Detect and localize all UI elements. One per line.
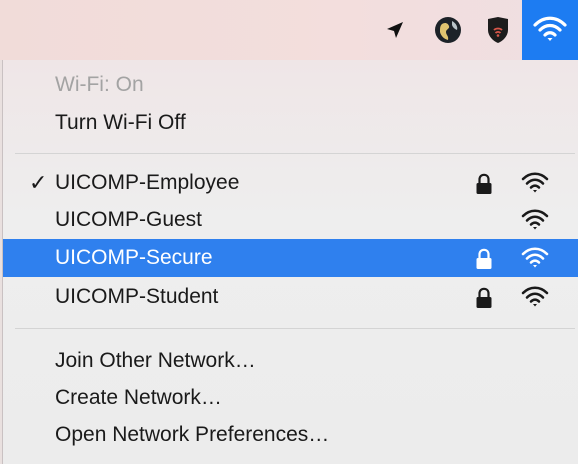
separator: [15, 153, 575, 154]
checkmark-icon: ✓: [29, 170, 48, 195]
turn-wifi-off-item[interactable]: Turn Wi-Fi Off: [3, 104, 578, 142]
wifi-signal-icon: [521, 247, 549, 268]
shield-icon[interactable]: [480, 0, 516, 60]
network-item-uicomp-employee[interactable]: ✓ UICOMP-Employee: [3, 164, 578, 202]
network-name: UICOMP-Employee: [55, 171, 240, 194]
network-name: UICOMP-Student: [55, 285, 219, 308]
wifi-signal-icon: [521, 286, 549, 307]
wifi-signal-icon: [521, 209, 549, 230]
join-other-network-label: Join Other Network…: [55, 349, 256, 372]
join-other-network-item[interactable]: Join Other Network…: [3, 342, 578, 380]
wifi-status-item: Wi-Fi: On: [3, 66, 578, 104]
network-item-uicomp-guest[interactable]: UICOMP-Guest: [3, 201, 578, 239]
create-network-label: Create Network…: [55, 386, 222, 409]
lock-icon: [476, 248, 492, 269]
network-name: UICOMP-Guest: [55, 208, 203, 231]
menu-bar: [0, 0, 578, 60]
separator: [15, 328, 575, 329]
location-arrow-icon[interactable]: [378, 0, 412, 60]
network-item-uicomp-secure[interactable]: UICOMP-Secure: [3, 239, 578, 277]
open-network-preferences-item[interactable]: Open Network Preferences…: [3, 416, 578, 454]
wifi-status-label: Wi-Fi: On: [55, 73, 144, 96]
network-item-uicomp-student[interactable]: UICOMP-Student: [3, 278, 578, 316]
network-name: UICOMP-Secure: [55, 246, 213, 269]
create-network-item[interactable]: Create Network…: [3, 379, 578, 417]
turn-wifi-off-label: Turn Wi-Fi Off: [55, 111, 186, 134]
wifi-status-icon[interactable]: [522, 0, 578, 60]
globe-icon[interactable]: [428, 0, 468, 60]
open-network-preferences-label: Open Network Preferences…: [55, 423, 330, 446]
lock-icon: [476, 287, 492, 308]
lock-icon: [476, 173, 492, 194]
wifi-signal-icon: [521, 172, 549, 193]
wifi-menu: Wi-Fi: On Turn Wi-Fi Off ✓ UICOMP-Employ…: [2, 60, 578, 464]
